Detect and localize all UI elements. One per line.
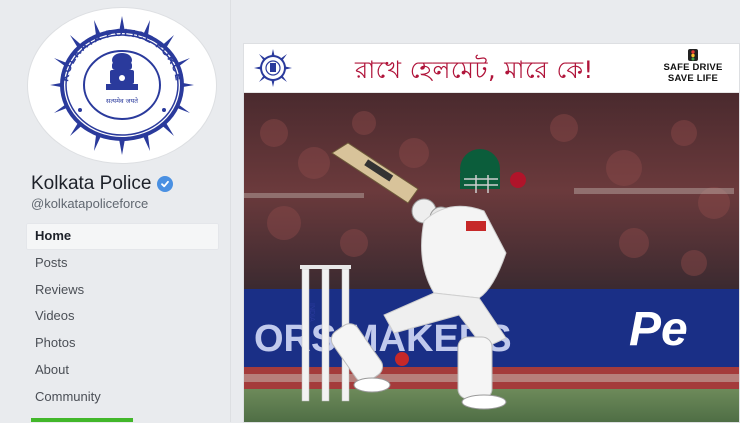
- nav-item-home[interactable]: Home: [26, 223, 219, 250]
- kolkata-police-emblem-icon: KOLKATA POLICE FORCE सत्यमेव जयते: [50, 16, 194, 155]
- safe-drive-text: SAFE DRIVE: [663, 62, 723, 73]
- svg-text:INDIA: INDIA: [308, 303, 315, 322]
- cover-photo-card[interactable]: রাখে হেলমেট, মারে কে! SAFE DRIVE SAVE LI…: [243, 43, 740, 423]
- page-title[interactable]: Kolkata Police: [31, 173, 174, 195]
- svg-text:सत्यमेव जयते: सत्यमेव जयते: [106, 97, 138, 105]
- nav-item-videos[interactable]: Videos: [26, 303, 219, 330]
- page-handle[interactable]: @kolkatapoliceforce: [31, 196, 148, 211]
- page-name-text: Kolkata Police: [31, 173, 152, 194]
- save-life-text: SAVE LIFE: [667, 73, 719, 84]
- nav-item-community[interactable]: Community: [26, 384, 219, 411]
- nav-item-photos[interactable]: Photos: [26, 330, 219, 357]
- traffic-light-icon: [688, 49, 698, 61]
- campaign-slogan: রাখে হেলমেট, মারে কে!: [355, 56, 594, 84]
- nav-item-reviews[interactable]: Reviews: [26, 277, 219, 304]
- page-nav-menu: Home Posts Reviews Videos Photos About C…: [26, 223, 219, 411]
- safe-drive-logo: SAFE DRIVE SAVE LIFE: [662, 48, 724, 88]
- page-profile-picture[interactable]: KOLKATA POLICE FORCE सत्यमेव जयते: [28, 8, 216, 163]
- nav-item-posts[interactable]: Posts: [26, 250, 219, 277]
- ad-board-brand: Pe: [629, 303, 688, 356]
- cricket-photo: ORS MAKERS Pe INDIA: [244, 93, 739, 422]
- verified-badge-icon: [157, 176, 174, 192]
- cricket-batsman-image: ORS MAKERS Pe INDIA: [244, 93, 739, 422]
- create-button-edge[interactable]: [31, 418, 133, 422]
- page-sidebar: KOLKATA POLICE FORCE सत्यमेव जयते Kolkat…: [0, 0, 231, 422]
- kolkata-police-small-logo-icon: [254, 49, 292, 87]
- cover-banner: রাখে হেলমেট, মারে কে! SAFE DRIVE SAVE LI…: [244, 44, 739, 93]
- nav-item-about[interactable]: About: [26, 357, 219, 384]
